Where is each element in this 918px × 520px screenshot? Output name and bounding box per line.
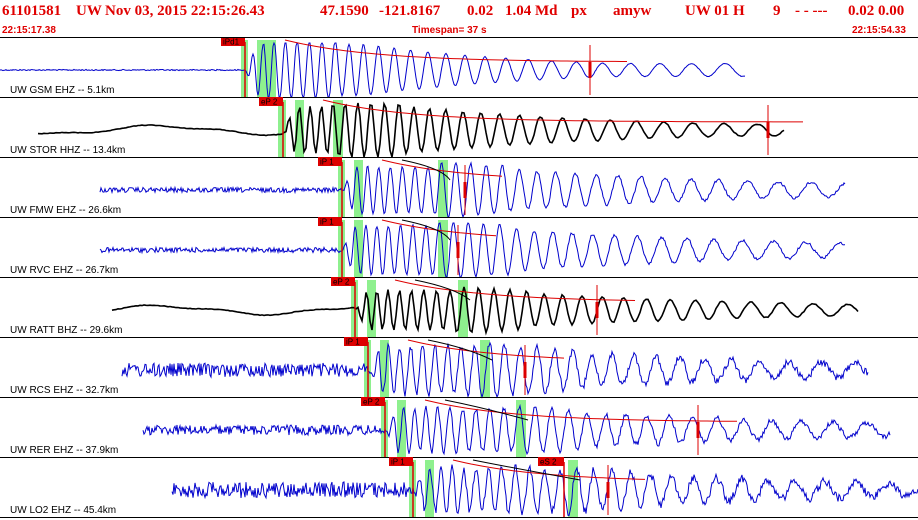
p-pick-label: iP 1 [320, 158, 334, 167]
coda-envelope [424, 399, 737, 422]
amplitude-tick [523, 362, 527, 378]
channel-label: UW RATT BHZ -- 29.6km [10, 325, 122, 336]
amplitude-tick [595, 302, 599, 318]
amplitude-tick [766, 122, 770, 138]
p-pick-label: iP 1 [346, 338, 360, 347]
waveform-trace [121, 341, 869, 399]
channel-label: UW LO2 EHZ -- 45.4km [10, 505, 116, 516]
trailing-values: 0.02 0.00 [848, 3, 905, 19]
p-pick-label: eP 2 [333, 278, 350, 287]
origin-datetime: Nov 03, 2015 22:15:26.43 [105, 3, 265, 19]
channel-panel[interactable]: eP 2 UW RATT BHZ -- 29.6km [0, 277, 918, 338]
channel-panel[interactable]: iP 1 UW RVC EHZ -- 26.7km [0, 217, 918, 279]
channel-label: UW STOR HHZ -- 13.4km [10, 145, 125, 156]
p-pick-label: iP 1 [391, 458, 405, 467]
waveform-trace [171, 464, 918, 517]
amplitude-tick [696, 422, 700, 438]
channel-label: UW GSM EHZ -- 5.1km [10, 85, 114, 96]
channel-panel[interactable]: iP 1 eS 2 UW LO2 EHZ -- 45.4km [0, 457, 918, 518]
amplitude-tick [588, 62, 592, 78]
channel-label: UW RVC EHZ -- 26.7km [10, 265, 118, 276]
channel-label: UW FMW EHZ -- 26.6km [10, 205, 121, 216]
amplitude-tick [463, 182, 467, 198]
event-type: px [571, 3, 587, 19]
channel-panel[interactable]: iPd1 UW GSM EHZ -- 5.1km [0, 37, 918, 98]
longitude: -121.8167 [379, 3, 441, 19]
amplitude-tick [456, 242, 460, 258]
s-pick-label: eS 2 [540, 458, 557, 467]
waveform-trace [99, 222, 845, 279]
channel-panel[interactable]: eP 2 UW RER EHZ -- 37.9km [0, 397, 918, 458]
channel-label: UW RER EHZ -- 37.9km [10, 445, 118, 456]
p-pick-label: eP 2 [363, 398, 380, 407]
channel-panel[interactable]: iP 1 UW RCS EHZ -- 32.7km [0, 337, 918, 399]
event-summary-header: 61101581 UW Nov 03, 2015 22:15:26.43 47.… [0, 0, 918, 26]
timespan: Timespan= 37 s [412, 25, 487, 36]
p-pick-label: eP 2 [261, 98, 278, 107]
depth: 0.02 [467, 3, 494, 19]
source: UW 01 H [685, 3, 745, 19]
network-code: UW [76, 3, 102, 19]
flags: - - --- [795, 3, 828, 19]
analyst: amyw [613, 3, 652, 19]
channel-panel[interactable]: iP 1 UW FMW EHZ -- 26.6km [0, 157, 918, 219]
channel-panel[interactable]: eP 2 UW STOR HHZ -- 13.4km [0, 97, 918, 158]
seismogram-panels[interactable]: iPd1 UW GSM EHZ -- 5.1km eP 2 UW STOR HHZ -… [0, 37, 918, 520]
p-window-shade [354, 160, 363, 217]
amplitude-tick [606, 482, 610, 498]
start-time: 22:15:17.38 [2, 25, 56, 36]
p-window-shade [278, 100, 286, 157]
travel-time-curve [444, 399, 529, 421]
s-window-shade [480, 340, 490, 397]
latitude: 47.1590 [320, 3, 369, 19]
waveform-trace [99, 161, 846, 219]
waveform-trace [37, 101, 785, 158]
p-pick-label: iP 1 [320, 218, 334, 227]
magnitude: 1.04 Md [505, 3, 558, 19]
p-pick-label: iPd1 [223, 38, 240, 47]
event-id: 61101581 [2, 3, 62, 19]
end-time: 22:15:54.33 [852, 25, 906, 36]
channel-label: UW RCS EHZ -- 32.7km [10, 385, 118, 396]
coda-envelope [394, 279, 636, 301]
phase-count: 9 [773, 3, 781, 19]
